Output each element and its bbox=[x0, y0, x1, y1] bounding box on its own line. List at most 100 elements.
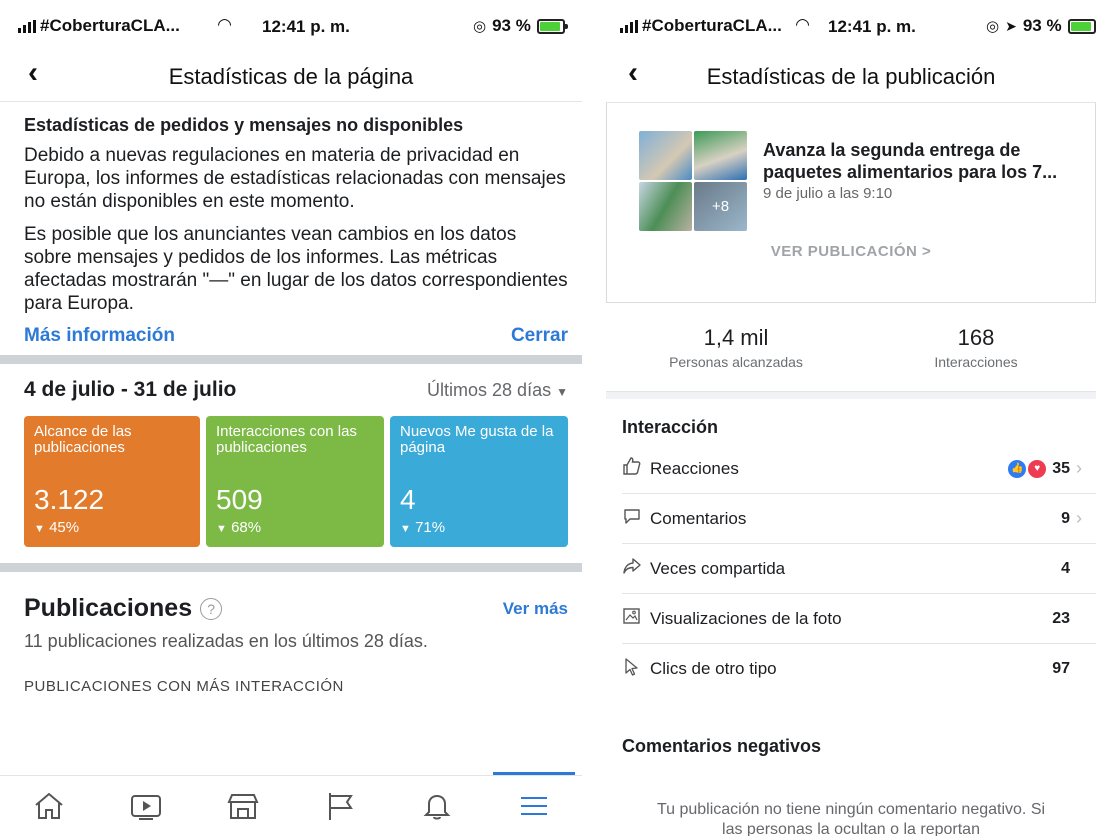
back-button[interactable]: ‹ bbox=[628, 56, 638, 90]
row-label: Visualizaciones de la foto bbox=[650, 608, 842, 628]
alarm-icon: ◎ bbox=[986, 18, 1000, 35]
row-value: 35 bbox=[1052, 459, 1070, 477]
back-button[interactable]: ‹ bbox=[28, 56, 38, 90]
notifications-bell-icon[interactable] bbox=[414, 786, 460, 826]
negative-comments-title: Comentarios negativos bbox=[622, 736, 822, 756]
interaction-title: Interacción bbox=[622, 417, 719, 437]
nav-bar: ‹ Estadísticas de la publicación bbox=[606, 52, 1096, 102]
interaction-list: Reacciones 👍 ♥ 35 › Comentarios 9 › Vece… bbox=[606, 438, 1096, 694]
interactions-metric: 168 Interacciones bbox=[856, 325, 1096, 370]
new-likes-card[interactable]: Nuevos Me gusta de la página 4 ▼ 71% bbox=[390, 416, 568, 547]
signal-icon bbox=[18, 19, 36, 33]
row-label: Comentarios bbox=[650, 508, 747, 528]
row-label: Veces compartida bbox=[650, 558, 786, 578]
battery-percent: 93 % bbox=[1022, 16, 1062, 35]
thumbs-up-icon bbox=[622, 456, 650, 481]
page-title: Estadísticas de la página bbox=[168, 63, 414, 89]
section-divider bbox=[0, 563, 582, 572]
video-icon[interactable] bbox=[123, 786, 169, 826]
card-value: 509 bbox=[216, 484, 263, 515]
status-bar: #CoberturaCLA... ◠ 12:41 p. m. ◎ 93 % bbox=[0, 0, 582, 52]
carrier-name: #CoberturaCLA... bbox=[642, 16, 782, 35]
period-selector[interactable]: Últimos 28 días ▼ bbox=[427, 380, 568, 401]
pages-flag-icon[interactable] bbox=[317, 786, 363, 826]
row-value: 4 bbox=[1061, 559, 1070, 577]
comments-row[interactable]: Comentarios 9 › bbox=[622, 494, 1096, 544]
card-label: Nuevos Me gusta de la página bbox=[400, 423, 554, 456]
row-label: Clics de otro tipo bbox=[650, 659, 777, 678]
publications-subtitle: 11 publicaciones realizadas en los últim… bbox=[24, 631, 428, 651]
date-range-label: 4 de julio - 31 de julio bbox=[24, 378, 237, 401]
see-more-link[interactable]: Ver más bbox=[503, 599, 568, 619]
close-notice-button[interactable]: Cerrar bbox=[511, 325, 568, 347]
post-metrics: 1,4 mil Personas alcanzadas 168 Interacc… bbox=[606, 303, 1096, 391]
help-icon[interactable]: ? bbox=[200, 597, 223, 620]
down-arrow-icon: ▼ bbox=[400, 523, 411, 535]
notice-paragraph-1: Debido a nuevas regulaciones en materia … bbox=[24, 145, 566, 212]
shares-row: Veces compartida 4 bbox=[622, 544, 1096, 594]
summary-cards: Alcance de las publicaciones 3.122 ▼ 45%… bbox=[0, 402, 582, 547]
marketplace-icon[interactable] bbox=[220, 786, 266, 826]
publications-header: Publicaciones ? Ver más bbox=[0, 572, 582, 623]
metric-value: 168 bbox=[957, 324, 995, 350]
other-clicks-row: Clics de otro tipo 97 bbox=[622, 644, 1096, 694]
reactions-row[interactable]: Reacciones 👍 ♥ 35 › bbox=[622, 444, 1096, 494]
more-info-link[interactable]: Más información bbox=[24, 325, 175, 347]
signal-icon bbox=[620, 19, 638, 33]
down-arrow-icon: ▼ bbox=[216, 523, 227, 535]
photo-thumbnail bbox=[639, 131, 692, 180]
wifi-icon: ◠ bbox=[796, 15, 810, 34]
engagement-card[interactable]: Interacciones con las publicaciones 509 … bbox=[206, 416, 384, 547]
view-post-link[interactable]: VER PUBLICACIÓN > bbox=[607, 243, 1095, 260]
metric-label: Interacciones bbox=[934, 353, 1018, 370]
chevron-right-icon: › bbox=[1076, 458, 1082, 478]
notice-actions: Más información Cerrar bbox=[0, 325, 582, 347]
post-date: 9 de julio a las 9:10 bbox=[763, 185, 893, 202]
menu-icon[interactable] bbox=[492, 772, 575, 826]
row-value: 97 bbox=[1052, 660, 1070, 677]
photo-thumbnail bbox=[694, 131, 747, 180]
card-label: Alcance de las publicaciones bbox=[34, 423, 132, 456]
carrier-name: #CoberturaCLA... bbox=[40, 16, 180, 35]
row-value: 23 bbox=[1052, 609, 1070, 627]
reach-card[interactable]: Alcance de las publicaciones 3.122 ▼ 45% bbox=[24, 416, 200, 547]
card-change: 45% bbox=[49, 519, 80, 536]
card-value: 4 bbox=[400, 484, 416, 515]
card-value: 3.122 bbox=[34, 484, 105, 515]
row-value: 9 bbox=[1061, 509, 1070, 527]
publications-title: Publicaciones bbox=[24, 594, 193, 622]
nav-bar: ‹ Estadísticas de la página bbox=[0, 52, 582, 102]
battery-icon bbox=[536, 18, 568, 34]
metric-label: Personas alcanzadas bbox=[669, 353, 803, 370]
wifi-icon: ◠ bbox=[218, 15, 232, 34]
card-change: 71% bbox=[415, 519, 446, 536]
card-label: Interacciones con las publicaciones bbox=[216, 423, 357, 456]
comment-icon bbox=[622, 506, 650, 531]
like-reaction-icon: 👍 bbox=[1008, 459, 1027, 478]
photo-thumbnail bbox=[639, 182, 692, 231]
status-time: 12:41 p. m. bbox=[828, 17, 916, 36]
location-icon: ➤ bbox=[1005, 17, 1017, 34]
post-insights-screen: #CoberturaCLA... ◠ 12:41 p. m. ◎ ➤ 93 % … bbox=[606, 0, 1096, 836]
battery-percent: 93 % bbox=[492, 16, 531, 35]
messages-notice: Estadísticas de pedidos y mensajes no di… bbox=[0, 102, 582, 315]
section-divider bbox=[0, 355, 582, 364]
cursor-icon bbox=[622, 657, 650, 682]
page-insights-screen: #CoberturaCLA... ◠ 12:41 p. m. ◎ 93 % ‹ … bbox=[0, 0, 582, 836]
row-label: Reacciones bbox=[650, 458, 739, 478]
metric-value: 1,4 mil bbox=[703, 324, 769, 350]
section-divider bbox=[606, 391, 1096, 399]
home-icon[interactable] bbox=[26, 786, 72, 826]
post-photos[interactable]: +8 bbox=[639, 131, 747, 231]
post-preview-card[interactable]: +8 Avanza la segunda entrega de paquetes… bbox=[606, 102, 1096, 303]
negative-comments-text: Tu publicación no tiene ningún comentari… bbox=[656, 801, 1046, 836]
post-title: Avanza la segunda entrega de paquetes al… bbox=[763, 140, 1058, 182]
photo-thumbnail-more: +8 bbox=[694, 182, 747, 231]
share-icon bbox=[622, 556, 650, 581]
bottom-tab-bar bbox=[0, 772, 582, 836]
status-time: 12:41 p. m. bbox=[262, 17, 350, 36]
down-arrow-icon: ▼ bbox=[34, 523, 45, 535]
card-change: 68% bbox=[231, 519, 262, 536]
page-title: Estadísticas de la publicación bbox=[706, 64, 996, 89]
photo-views-row: Visualizaciones de la foto 23 bbox=[622, 594, 1096, 644]
